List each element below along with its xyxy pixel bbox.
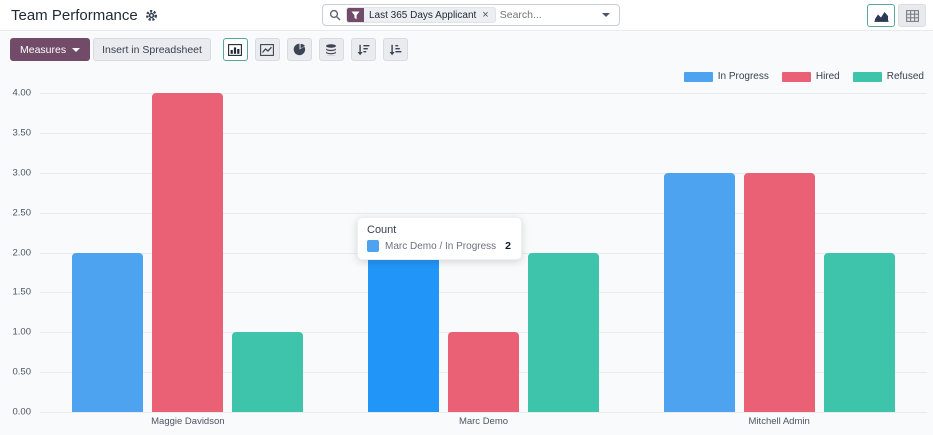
gridline (40, 412, 927, 413)
bar-marc-demo-in-progress[interactable] (368, 253, 439, 413)
y-tick-label: 2.00 (13, 247, 32, 258)
sort-descending-button[interactable] (351, 38, 376, 61)
search-icon (329, 9, 341, 21)
tooltip-label: Marc Demo / In Progress (385, 241, 496, 252)
chart-legend: In Progress Hired Refused (684, 71, 924, 82)
x-axis-label: Mitchell Admin (631, 416, 927, 427)
y-tick-label: 0.00 (13, 407, 32, 418)
x-axis-label: Maggie Davidson (40, 416, 336, 427)
bar-group-mitchell-admin (631, 93, 927, 412)
legend-swatch (782, 72, 811, 82)
graph-view-button[interactable] (867, 4, 895, 27)
pie-chart-button[interactable] (287, 38, 312, 61)
bar-group-maggie-davidson (40, 93, 336, 412)
header-bar: Team Performance Last 365 Days Applicant (0, 0, 933, 31)
y-tick-label: 2.50 (13, 207, 32, 218)
legend-item-refused[interactable]: Refused (853, 71, 924, 82)
breadcrumb: Team Performance (11, 0, 158, 31)
measures-button[interactable]: Measures (10, 38, 90, 61)
bar-maggie-davidson-refused[interactable] (232, 332, 303, 412)
bar-mitchell-admin-hired[interactable] (744, 173, 815, 412)
bar-marc-demo-hired[interactable] (448, 332, 519, 412)
legend-label: Hired (816, 71, 840, 82)
view-switcher (867, 4, 926, 27)
insert-label: Insert in Spreadsheet (102, 44, 202, 56)
bar-chart-button[interactable] (223, 38, 248, 61)
graph-view-page: Team Performance Last 365 Days Applicant (0, 0, 933, 435)
insert-in-spreadsheet-button[interactable]: Insert in Spreadsheet (93, 38, 211, 61)
legend-label: Refused (887, 71, 924, 82)
legend-label: In Progress (718, 71, 769, 82)
y-tick-label: 0.50 (13, 367, 32, 378)
gear-icon[interactable] (145, 9, 158, 22)
legend-swatch (853, 72, 882, 82)
y-tick-label: 4.00 (13, 88, 32, 99)
page-title: Team Performance (11, 7, 138, 24)
x-axis: Maggie DavidsonMarc DemoMitchell Admin (40, 416, 927, 430)
sort-ascending-button[interactable] (383, 38, 408, 61)
tooltip-row: Marc Demo / In Progress 2 (367, 240, 511, 252)
line-chart-button[interactable] (255, 38, 280, 61)
chart-type-buttons (223, 38, 408, 61)
search-facet[interactable]: Last 365 Days Applicant × (346, 7, 496, 23)
y-tick-label: 1.50 (13, 287, 32, 298)
filter-icon (347, 8, 364, 22)
search-input[interactable] (496, 9, 595, 21)
facet-remove-icon[interactable]: × (481, 8, 494, 22)
measures-label: Measures (20, 44, 66, 56)
search-dropdown-caret-icon[interactable] (595, 5, 617, 25)
y-tick-label: 1.00 (13, 327, 32, 338)
chart-tooltip: Count Marc Demo / In Progress 2 (357, 217, 522, 260)
tooltip-swatch (367, 240, 379, 252)
y-tick-label: 3.00 (13, 167, 32, 178)
legend-item-hired[interactable]: Hired (782, 71, 840, 82)
y-axis: 4.003.503.002.502.001.501.000.500.00 (0, 93, 33, 412)
tooltip-title: Count (367, 224, 511, 236)
chevron-down-icon (72, 48, 80, 52)
bar-maggie-davidson-in-progress[interactable] (72, 253, 143, 413)
bar-marc-demo-refused[interactable] (528, 253, 599, 413)
bar-mitchell-admin-in-progress[interactable] (664, 173, 735, 412)
facet-label: Last 365 Days Applicant (364, 8, 481, 22)
graph-toolbar: Measures Insert in Spreadsheet (10, 38, 408, 61)
bar-maggie-davidson-hired[interactable] (152, 93, 223, 412)
pivot-view-button[interactable] (898, 4, 926, 27)
bar-mitchell-admin-refused[interactable] (824, 253, 895, 413)
legend-swatch (684, 72, 713, 82)
stacked-toggle-button[interactable] (319, 38, 344, 61)
search-bar[interactable]: Last 365 Days Applicant × (322, 4, 620, 26)
legend-item-in-progress[interactable]: In Progress (684, 71, 769, 82)
tooltip-value: 2 (505, 240, 511, 252)
y-tick-label: 3.50 (13, 127, 32, 138)
x-axis-label: Marc Demo (336, 416, 632, 427)
